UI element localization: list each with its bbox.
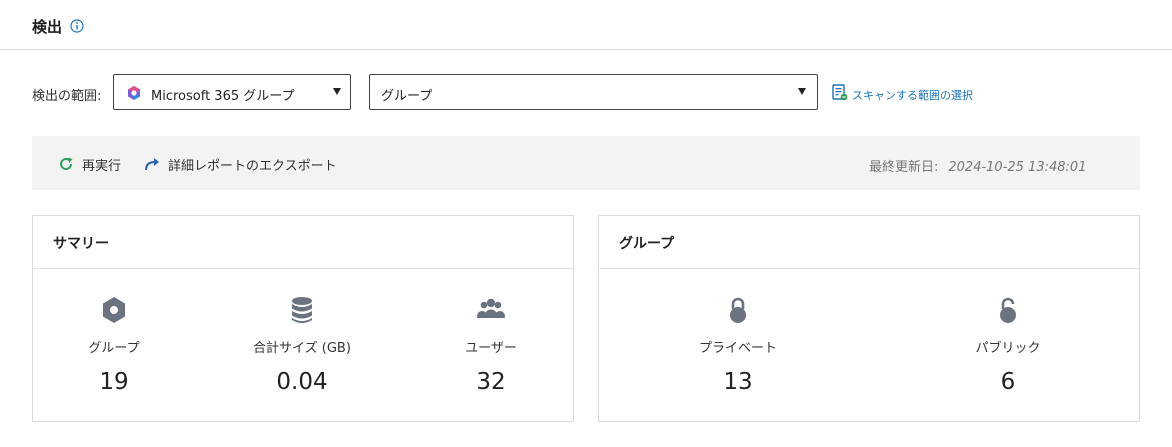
scope-label: 検出の範囲: (32, 89, 102, 104)
metric-private: プライベート 13 (648, 294, 828, 404)
summary-title: サマリー (53, 236, 109, 252)
scan-scope-link-label: スキャンする範囲の選択 (852, 89, 973, 102)
object-select[interactable]: グループ (369, 74, 818, 110)
metric-value: 13 (723, 369, 753, 395)
metric-value: 6 (1000, 369, 1016, 395)
scan-scope-icon (832, 84, 848, 101)
page-header: 検出 (0, 0, 1172, 50)
export-report-label: 詳細レポートのエクスポート (168, 159, 337, 174)
share-arrow-icon (145, 158, 159, 171)
summary-card: サマリー グループ 19 合計サイズ (GB) 0.04 ユーザー 32 (32, 215, 574, 422)
lock-open-icon (1000, 297, 1016, 323)
metric-label: プライベート (698, 341, 777, 356)
divider (33, 268, 573, 269)
metric-label: パブリック (975, 341, 1041, 356)
rerun-label: 再実行 (82, 159, 122, 174)
service-select[interactable]: Microsoft 365 グループ (113, 74, 351, 110)
metric-users: ユーザー 32 (401, 294, 581, 404)
info-icon[interactable] (70, 19, 84, 33)
last-updated: 最終更新日: 2024-10-25 13:48:01 (869, 156, 1086, 175)
chevron-down-icon (333, 88, 341, 95)
metric-total-size: 合計サイズ (GB) 0.04 (212, 294, 392, 404)
metric-value: 19 (99, 369, 129, 395)
divider (599, 268, 1139, 269)
users-icon (476, 298, 506, 326)
metric-label: ユーザー (465, 341, 517, 356)
metric-public: パブリック 6 (918, 294, 1098, 404)
metric-label: 合計サイズ (GB) (253, 341, 351, 356)
groups-card: グループ プライベート 13 パブリック 6 (598, 215, 1140, 422)
lock-closed-icon (730, 297, 746, 323)
object-select-value: グループ (381, 89, 433, 104)
page-title: 検出 (32, 18, 63, 36)
last-updated-label: 最終更新日: (869, 160, 939, 175)
chevron-down-icon (798, 88, 806, 95)
groups-title: グループ (619, 236, 675, 252)
microsoft-365-icon (128, 86, 140, 100)
hexagon-icon (103, 297, 125, 323)
database-icon (292, 297, 312, 323)
metric-label: グループ (88, 341, 140, 356)
metric-groups: グループ 19 (24, 294, 204, 404)
action-toolbar: 再実行 詳細レポートのエクスポート 最終更新日: 2024-10-25 13:48… (32, 136, 1140, 190)
refresh-icon (60, 157, 73, 170)
metric-value: 32 (476, 369, 506, 395)
metric-value: 0.04 (276, 369, 328, 395)
service-select-value: Microsoft 365 グループ (151, 89, 295, 104)
last-updated-timestamp: 2024-10-25 13:48:01 (948, 160, 1087, 175)
